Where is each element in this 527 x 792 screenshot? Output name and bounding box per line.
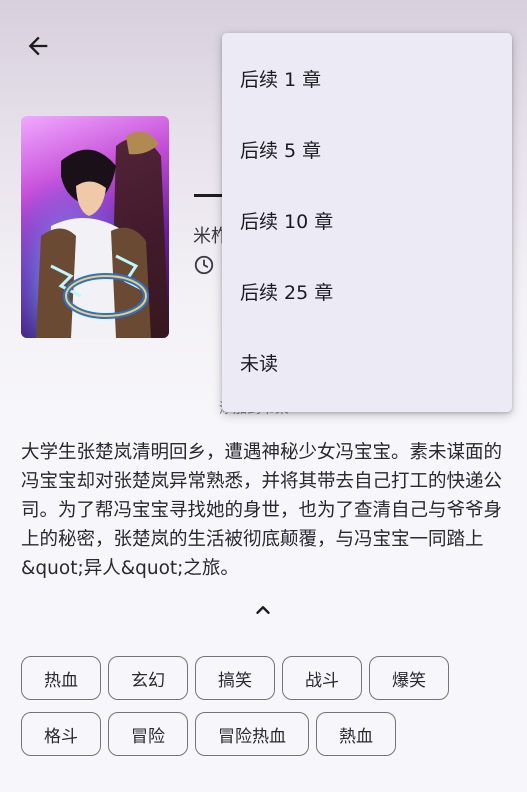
chevron-up-icon bbox=[256, 606, 270, 614]
genre-tag[interactable]: 热血 bbox=[21, 656, 101, 700]
menu-item-next-10[interactable]: 后续 10 章 bbox=[222, 185, 512, 256]
manga-description: 大学生张楚岚清明回乡，遭遇神秘少女冯宝宝。素未谋面的冯宝宝却对张楚岚异常熟悉，并… bbox=[21, 442, 503, 579]
genre-tag-list: 热血 玄幻 搞笑 战斗 爆笑 格斗 冒险 冒险热血 熱血 bbox=[21, 656, 521, 756]
cover-artwork bbox=[21, 116, 169, 338]
genre-tag[interactable]: 玄幻 bbox=[108, 656, 188, 700]
genre-tag[interactable]: 熱血 bbox=[316, 712, 396, 756]
genre-tag[interactable]: 冒险 bbox=[108, 712, 188, 756]
menu-item-unread[interactable]: 未读 bbox=[222, 327, 512, 398]
menu-item-next-1[interactable]: 后续 1 章 bbox=[222, 43, 512, 114]
genre-tag[interactable]: 战斗 bbox=[282, 656, 362, 700]
collapse-description-button[interactable] bbox=[250, 597, 276, 623]
menu-item-next-5[interactable]: 后续 5 章 bbox=[222, 114, 512, 185]
manga-cover-image[interactable] bbox=[21, 116, 169, 338]
download-dropdown-menu: 后续 1 章 后续 5 章 后续 10 章 后续 25 章 未读 bbox=[222, 33, 512, 412]
menu-item-next-25[interactable]: 后续 25 章 bbox=[222, 256, 512, 327]
genre-tag[interactable]: 格斗 bbox=[21, 712, 101, 756]
clock-icon bbox=[194, 255, 214, 275]
genre-tag[interactable]: 搞笑 bbox=[195, 656, 275, 700]
genre-tag[interactable]: 爆笑 bbox=[369, 656, 449, 700]
arrow-back-icon bbox=[28, 36, 48, 56]
title-divider bbox=[194, 194, 224, 197]
back-button[interactable] bbox=[18, 26, 58, 66]
genre-tag[interactable]: 冒险热血 bbox=[195, 712, 309, 756]
